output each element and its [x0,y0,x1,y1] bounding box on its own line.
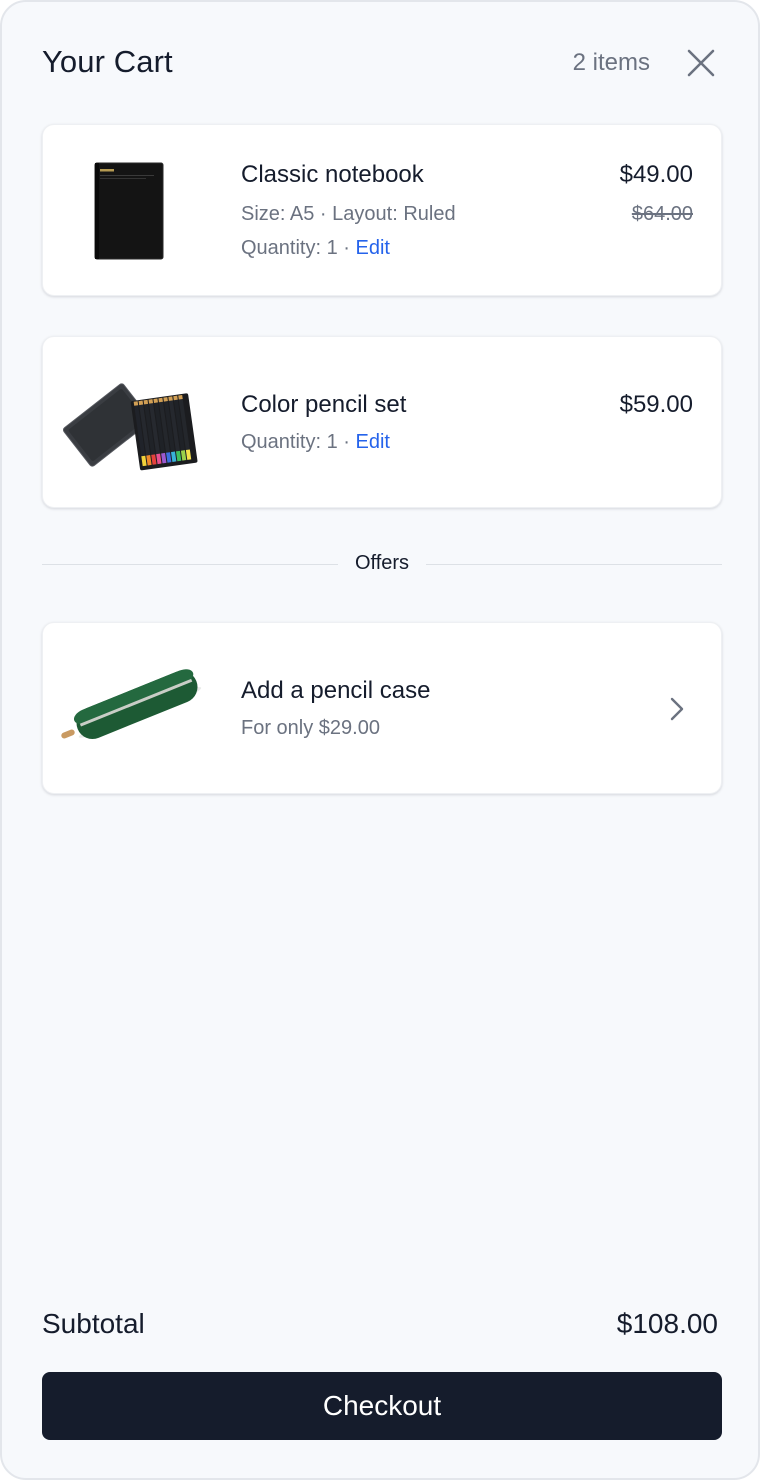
notebook-image [94,162,164,260]
cart-panel: Your Cart 2 items Classic notebook Size:… [0,0,760,1480]
pencil-set-image [62,383,198,471]
subtotal-value: $108.00 [616,1308,718,1339]
close-icon [687,49,715,77]
cart-item-color-pencil-set: Color pencil set Quantity: 1 · Edit $59.… [42,336,722,508]
quantity-label: Quantity: 1 · [241,431,356,453]
offers-divider-right [426,564,722,565]
offer-name: Add a pencil case [241,677,431,704]
item-price: $49.00 [619,161,693,188]
edit-link[interactable]: Edit [356,237,390,259]
close-button[interactable] [684,46,718,80]
product-image-notebook [59,145,209,275]
item-original-price: $64.00 [631,203,693,225]
cart-title: Your Cart [42,44,173,79]
item-quantity: Quantity: 1 · Edit [241,237,390,260]
product-image-pencil-case [59,643,209,773]
item-count: 2 items [572,49,650,76]
item-name: Color pencil set [241,391,407,418]
pencil-case-image [61,669,202,739]
item-options: Size: A5 · Layout: Ruled [241,203,456,225]
subtotal-label: Subtotal [42,1308,145,1339]
product-image-pencil-set [59,357,209,487]
item-name: Classic notebook [241,161,424,188]
checkout-button[interactable]: Checkout [42,1372,722,1440]
offer-pencil-case[interactable]: Add a pencil case For only $29.00 [42,622,722,794]
offer-subtitle: For only $29.00 [241,717,380,739]
cart-item-classic-notebook: Classic notebook Size: A5 · Layout: Rule… [42,124,722,296]
edit-link[interactable]: Edit [356,431,390,453]
item-price: $59.00 [619,391,693,418]
item-quantity: Quantity: 1 · Edit [241,431,390,454]
chevron-right-icon [670,697,684,721]
quantity-label: Quantity: 1 · [241,237,356,259]
